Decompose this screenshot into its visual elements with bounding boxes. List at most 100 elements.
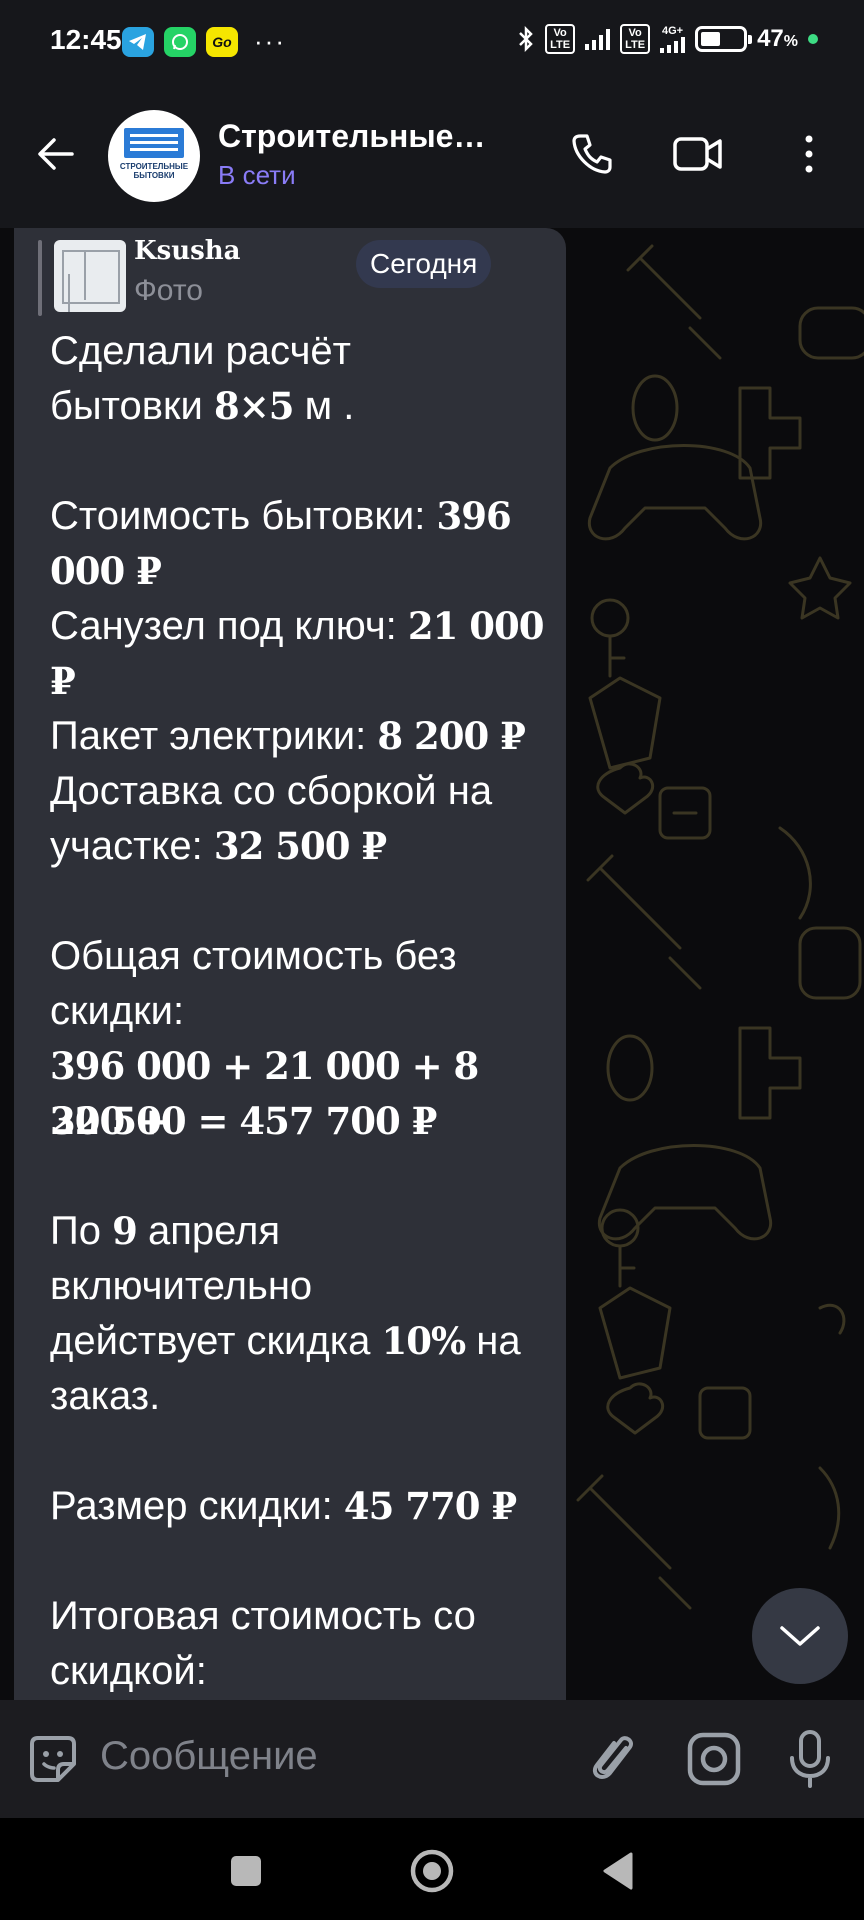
video-call-button[interactable] [668,124,728,184]
date-badge: Сегодня [356,240,492,288]
message-text-fragment: Общая стоимость без [50,934,457,978]
microphone-icon [790,1730,830,1788]
message-text-fragment: По [50,1209,113,1253]
chat-title[interactable]: Строительные… [218,118,485,155]
message-line: Пакет электрики: 8 200 ₽ [50,709,562,764]
message-line [50,874,562,929]
message-line: действует скидка 10% на [50,1314,562,1369]
recents-button[interactable] [218,1846,274,1896]
whatsapp-icon [164,26,196,57]
message-text-fragment: Итоговая стоимость со [50,1594,476,1638]
message-line: Доставка со сборкой на [50,764,562,819]
message-text-fragment: м . [293,384,355,428]
more-notifications-icon: ··· [254,26,286,56]
message-line [50,1149,562,1204]
message-bold-text: 10% [381,1319,466,1363]
voice-message-button[interactable] [782,1728,838,1790]
message-composer: Сообщение [0,1700,864,1818]
battery-percent: 47% [757,25,798,52]
status-time: 12:45 [50,24,122,55]
message-input[interactable]: Сообщение [100,1734,318,1779]
message-bold-text: 9 [112,1209,138,1253]
message-text-fragment: скидки: [50,989,185,1033]
privacy-indicator-dot [808,34,818,44]
sticker-emoji-button[interactable] [24,1730,82,1788]
reply-author: Ksusha [134,236,241,266]
message-line [50,1534,562,1589]
back-nav-button[interactable] [590,1846,646,1896]
system-navigation-bar [0,1818,864,1920]
message-line: заказ. [50,1369,562,1424]
reply-quote-bar [38,240,42,316]
message-line: ₽ [50,654,562,709]
home-button[interactable] [404,1846,460,1896]
phone-icon [572,134,612,174]
message-text-fragment: Сделали расчёт [50,329,351,373]
call-button[interactable] [562,124,622,184]
message-line: включительно [50,1259,562,1314]
telegram-icon [122,26,154,57]
video-camera-icon [673,137,722,171]
message-text-fragment: скидкой: [50,1649,207,1693]
signal-icon [585,28,611,50]
message-bold-text: 8×5 [213,384,294,428]
status-bar: 12:45 Go ··· Vo LTE Vo LTE 4G+ 47% [0,0,864,80]
message-bold-text: 21 000 [407,604,545,648]
message-text-fragment: Пакет электрики: [50,714,378,758]
volte-icon: Vo LTE [545,24,576,54]
message-text: Сделали расчёт бытовки 8×5 м . Стоимость б… [50,324,562,1699]
attach-button[interactable] [588,1730,644,1788]
message-bold-text: 32 500 = 457 700 ₽ [50,1099,437,1143]
battery-icon [695,26,753,52]
paperclip-icon [592,1736,633,1779]
message-line: 000 ₽ [50,544,562,599]
scroll-to-bottom-button[interactable] [752,1588,848,1684]
message-line: Общая стоимость без [50,929,562,984]
message-text-fragment: участке: [50,824,214,868]
message-line: Стоимость бытовки: 396 [50,489,562,544]
message-bubble[interactable]: Ksusha Фото Сегодня Сделали расчёт бытовк… [14,228,566,1700]
system-icons: Vo LTE Vo LTE 4G+ 47% [517,24,818,54]
message-line: 396 000 + 21 000 + 8 200 + [50,1039,562,1143]
more-options-button[interactable] [780,124,838,184]
chat-header: СТРОИТЕЛЬНЫЕ БЫТОВКИ Строительные… В сет… [0,80,864,228]
avatar-logo-text: СТРОИТЕЛЬНЫЕ БЫТОВКИ [119,162,189,180]
message-text-fragment: заказ. [50,1374,161,1418]
square-icon [231,1856,261,1886]
arrow-left-icon [38,138,74,170]
message-line: бытовки 8×5 м . [50,379,562,434]
messages-area[interactable]: Ksusha Фото Сегодня Сделали расчёт бытовк… [0,228,864,1700]
notification-icons: Go ··· [122,26,286,57]
message-line: Размер скидки: 45 770 ₽ [50,1479,562,1534]
message-line: скидки: [50,984,562,1039]
message-line [50,1424,562,1479]
message-text-fragment: включительно [50,1264,313,1308]
volte-icon-2: Vo LTE [620,24,651,54]
message-line: 32 500 = 457 700 ₽ [50,1094,562,1149]
message-line: Санузел под ключ: 21 000 [50,599,562,654]
go-icon: Go [206,26,238,57]
message-bold-text: 45 770 ₽ [343,1484,517,1528]
message-text-fragment: апреля [136,1209,281,1253]
reply-media-type: Фото [134,274,203,307]
message-text-fragment: бытовки [50,384,214,428]
triangle-back-icon [603,1852,633,1890]
message-line: Итоговая стоимость со [50,1589,562,1644]
message-text-fragment: Доставка со сборкой на [50,769,493,813]
reply-photo-thumbnail[interactable] [54,240,126,312]
camera-button[interactable] [684,1730,744,1788]
message-text-fragment: Санузел под ключ: [50,604,408,648]
message-bold-text: 000 ₽ [50,549,162,593]
message-line [50,434,562,489]
telegram-chat-screen: 12:45 Go ··· Vo LTE Vo LTE 4G+ 47% СТРОИ… [0,0,864,1920]
message-bold-text: 32 500 ₽ [213,824,387,868]
chevron-down-icon [780,1626,820,1646]
avatar[interactable]: СТРОИТЕЛЬНЫЕ БЫТОВКИ [108,110,200,202]
signal-4g-icon: 4G+ [660,25,686,53]
instagram-camera-icon [687,1732,741,1786]
back-button[interactable] [28,126,84,182]
message-line: скидкой: [50,1644,562,1699]
message-line: Сделали расчёт [50,324,562,379]
message-line: участке: 32 500 ₽ [50,819,562,874]
circle-icon [410,1849,454,1893]
